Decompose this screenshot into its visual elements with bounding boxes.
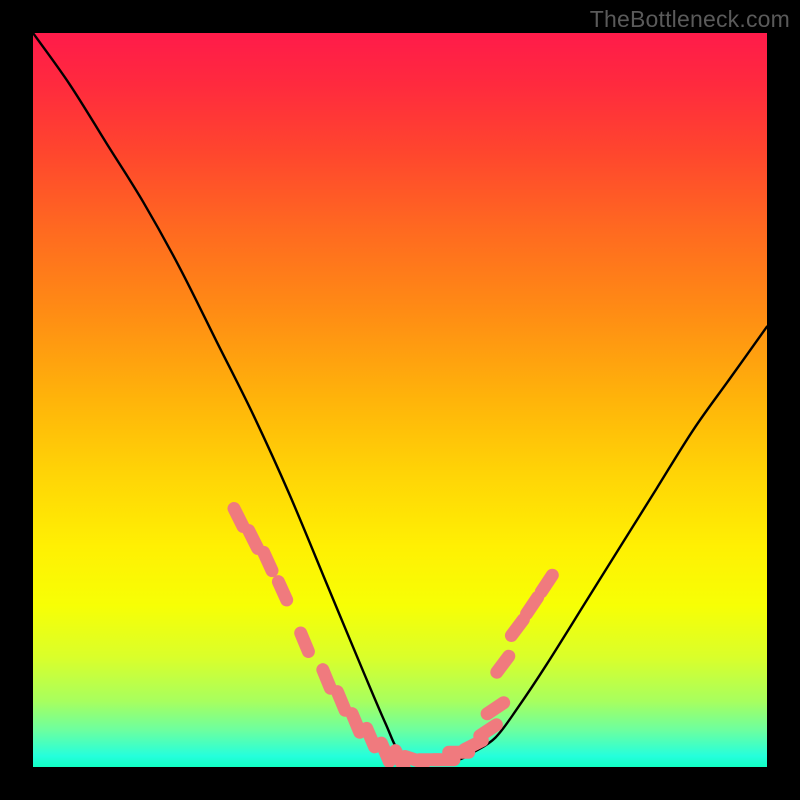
marker-dot [249, 531, 258, 549]
watermark-text: TheBottleneck.com [590, 6, 790, 33]
marker-dot [511, 620, 523, 636]
marker-dot [487, 703, 504, 714]
marker-dot [278, 582, 286, 600]
marker-dot [480, 725, 497, 736]
marker-dot [352, 714, 360, 733]
marker-dot [337, 692, 345, 711]
marker-dot [264, 552, 272, 570]
marker-dot [234, 509, 243, 527]
marker-dot [367, 728, 375, 746]
marker-dot [301, 633, 309, 652]
marker-dot [497, 656, 509, 672]
bottleneck-curve [33, 33, 767, 760]
chart-frame [33, 33, 767, 767]
marker-dot [381, 743, 389, 761]
marker-dot [527, 597, 538, 614]
chart-overlay [33, 33, 767, 767]
marker-dot [541, 575, 552, 592]
marker-dot [323, 670, 331, 689]
